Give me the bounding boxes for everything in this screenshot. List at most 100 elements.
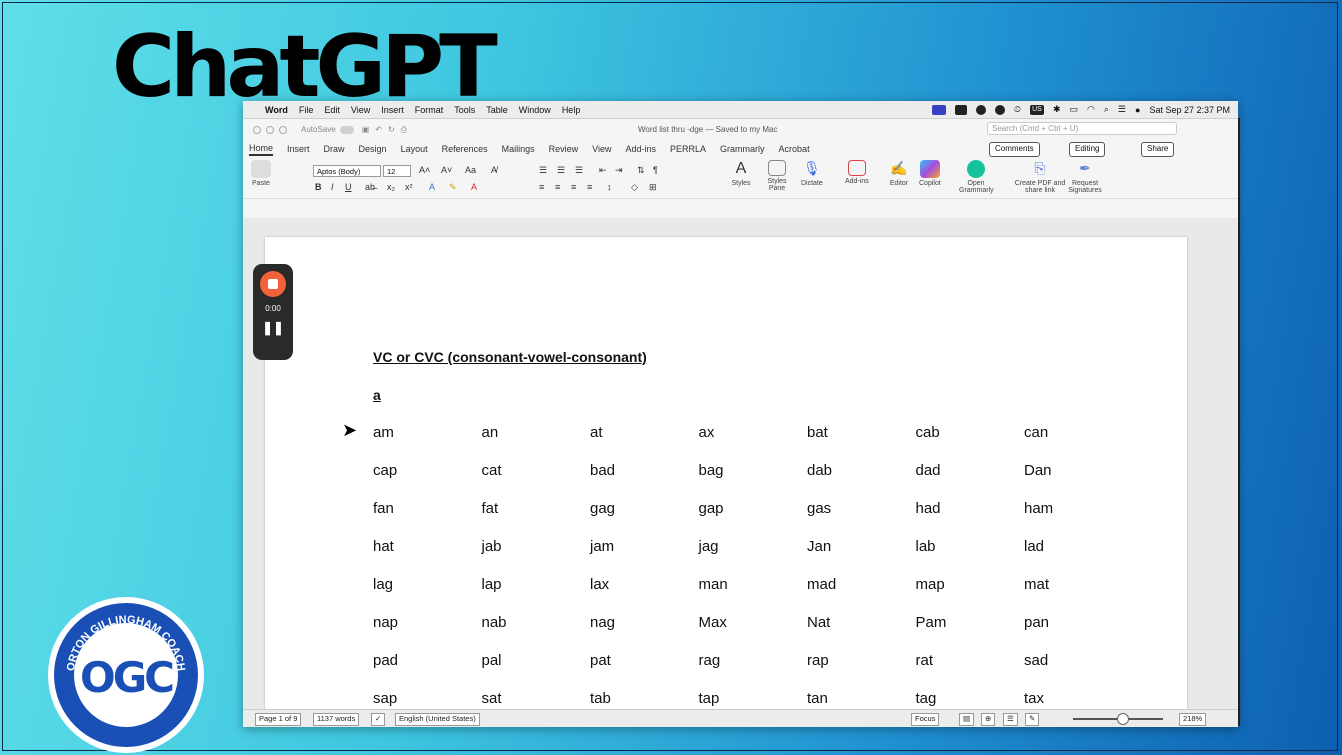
menu-insert[interactable]: Insert: [381, 105, 404, 115]
zoom-slider-thumb[interactable]: [1117, 713, 1129, 725]
increase-indent-icon[interactable]: ⇥: [615, 165, 623, 176]
tab-review[interactable]: Review: [549, 144, 579, 154]
menu-window[interactable]: Window: [519, 105, 551, 115]
styles-button[interactable]: A Styles: [731, 160, 751, 187]
font-size-select[interactable]: 12: [383, 165, 411, 177]
tab-design[interactable]: Design: [359, 144, 387, 154]
editing-button[interactable]: Editing: [1069, 142, 1106, 157]
wifi-icon[interactable]: ◠: [1087, 104, 1095, 115]
time-machine-icon[interactable]: ⏲: [1014, 104, 1021, 115]
subscript-icon[interactable]: x₂: [387, 182, 395, 192]
draft-view-icon[interactable]: ✎: [1025, 713, 1040, 726]
tab-view[interactable]: View: [592, 144, 611, 154]
tab-home[interactable]: Home: [249, 143, 274, 156]
web-layout-icon[interactable]: ⊕: [981, 713, 996, 726]
tab-perrla[interactable]: PERRLA: [670, 144, 706, 154]
numbering-icon[interactable]: ☰: [557, 165, 565, 176]
control-center-icon[interactable]: ☰: [1118, 104, 1126, 115]
share-button[interactable]: Share: [1141, 142, 1175, 157]
redo-icon[interactable]: ↻: [388, 125, 395, 134]
undo-icon[interactable]: ↶: [375, 125, 382, 134]
sort-icon[interactable]: ⇅: [637, 165, 645, 176]
grammarly-menu-icon[interactable]: [975, 104, 986, 115]
change-case-icon[interactable]: Aa: [465, 165, 476, 175]
page-count[interactable]: Page 1 of 9: [255, 713, 302, 726]
menubar-datetime[interactable]: Sat Sep 27 2:37 PM: [1149, 105, 1230, 115]
tab-grammarly[interactable]: Grammarly: [720, 144, 765, 154]
pause-recording-button[interactable]: ❚❚: [253, 320, 293, 336]
tab-layout[interactable]: Layout: [401, 144, 428, 154]
outline-view-icon[interactable]: ☰: [1003, 713, 1018, 726]
menu-edit[interactable]: Edit: [324, 105, 340, 115]
align-right-icon[interactable]: ≡: [571, 182, 576, 192]
tab-draw[interactable]: Draw: [324, 144, 345, 154]
language-indicator[interactable]: English (United States): [395, 713, 480, 726]
print-icon[interactable]: ⎙: [401, 125, 407, 135]
bluetooth-icon[interactable]: ✱: [1053, 104, 1061, 115]
search-icon[interactable]: ⌕: [1104, 104, 1109, 115]
comments-button[interactable]: Comments: [989, 142, 1040, 157]
autosave-toggle[interactable]: [339, 125, 354, 134]
zoom-level[interactable]: 218%: [1179, 713, 1207, 726]
font-name-select[interactable]: Aptos (Body): [313, 165, 381, 177]
text-effects-icon[interactable]: A: [429, 182, 435, 192]
menu-word[interactable]: Word: [265, 105, 288, 115]
paste-button[interactable]: Paste: [251, 160, 271, 187]
menu-table[interactable]: Table: [486, 105, 508, 115]
document-canvas[interactable]: VC or CVC (consonant-vowel-consonant) a …: [243, 218, 1238, 717]
tab-mailings[interactable]: Mailings: [502, 144, 535, 154]
copilot-button[interactable]: Copilot: [919, 160, 941, 187]
document-page[interactable]: VC or CVC (consonant-vowel-consonant) a …: [265, 237, 1187, 717]
borders-icon[interactable]: ⊞: [649, 182, 657, 193]
shading-icon[interactable]: ◇: [631, 182, 638, 193]
open-grammarly-button[interactable]: Open Grammarly: [959, 160, 994, 194]
highlight-icon[interactable]: ✎: [449, 182, 457, 193]
bullets-icon[interactable]: ☰: [539, 165, 547, 176]
search-input[interactable]: Search (Cmd + Ctrl + U): [987, 122, 1177, 135]
zoom-window-button[interactable]: [279, 125, 287, 134]
show-formatting-icon[interactable]: ¶: [653, 165, 658, 175]
tab-acrobat[interactable]: Acrobat: [779, 144, 810, 154]
create-pdf-button[interactable]: ⎘ Create PDF and share link: [1013, 160, 1067, 194]
save-icon[interactable]: ▣: [362, 125, 370, 134]
proofing-icon[interactable]: ✓: [371, 713, 386, 726]
styles-pane-button[interactable]: Styles Pane: [763, 160, 791, 192]
tab-addins[interactable]: Add-ins: [626, 144, 657, 154]
close-window-button[interactable]: [253, 125, 261, 134]
focus-button[interactable]: Focus: [911, 713, 940, 726]
print-layout-icon[interactable]: ▤: [959, 713, 975, 726]
word-count[interactable]: 1137 words: [313, 713, 360, 726]
grow-font-icon[interactable]: A˄: [419, 165, 430, 175]
shrink-font-icon[interactable]: A˅: [441, 165, 452, 175]
menu-format[interactable]: Format: [415, 105, 444, 115]
battery-icon[interactable]: ▭: [1070, 104, 1079, 115]
align-center-icon[interactable]: ≡: [555, 182, 560, 192]
siri-icon[interactable]: ●: [1135, 105, 1140, 115]
justify-icon[interactable]: ≡: [587, 182, 592, 192]
strikethrough-icon[interactable]: ab̶: [365, 182, 375, 192]
stop-recording-button[interactable]: [260, 271, 286, 297]
font-color-icon[interactable]: A: [471, 182, 477, 192]
editor-button[interactable]: ✍ Editor: [889, 160, 909, 187]
italic-icon[interactable]: I: [331, 182, 334, 192]
underline-icon[interactable]: U: [345, 182, 352, 192]
dictate-button[interactable]: 🎙 Dictate: [801, 160, 823, 187]
menu-file[interactable]: File: [299, 105, 314, 115]
request-signatures-button[interactable]: ✒ Request Signatures: [1065, 160, 1105, 194]
menu-view[interactable]: View: [351, 105, 370, 115]
align-left-icon[interactable]: ≡: [539, 182, 544, 192]
superscript-icon[interactable]: x²: [405, 182, 413, 192]
keyboard-input-icon[interactable]: US: [1029, 104, 1044, 115]
line-spacing-icon[interactable]: ↕: [607, 182, 612, 192]
recorder-menu-icon[interactable]: [994, 104, 1005, 115]
decrease-indent-icon[interactable]: ⇤: [599, 165, 607, 176]
addins-button[interactable]: Add-ins: [845, 160, 869, 185]
tab-insert[interactable]: Insert: [287, 144, 310, 154]
bold-icon[interactable]: B: [315, 182, 322, 192]
minimize-window-button[interactable]: [266, 125, 274, 134]
tab-references[interactable]: References: [442, 144, 488, 154]
menu-help[interactable]: Help: [562, 105, 581, 115]
menu-tools[interactable]: Tools: [454, 105, 475, 115]
multilevel-list-icon[interactable]: ☰: [575, 165, 583, 176]
wd-drive-icon[interactable]: [954, 104, 967, 115]
